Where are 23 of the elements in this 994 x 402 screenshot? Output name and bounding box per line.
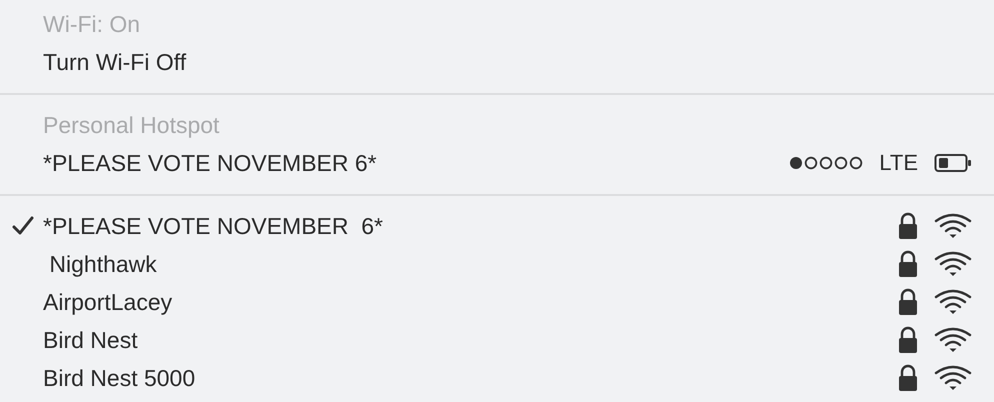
lock-icon xyxy=(898,364,918,392)
lock-icon xyxy=(898,326,918,354)
wifi-icon xyxy=(934,365,972,391)
lock-icon xyxy=(898,250,918,278)
wifi-icon xyxy=(934,251,972,277)
network-name[interactable]: *PLEASE VOTE NOVEMBER 6* xyxy=(43,212,898,240)
network-name[interactable]: AirportLacey xyxy=(43,288,898,316)
signal-strength-icon xyxy=(789,155,864,171)
wifi-icon xyxy=(934,213,972,239)
section-heading: Personal Hotspot xyxy=(43,112,220,138)
network-name[interactable]: Nighthawk xyxy=(43,250,898,278)
network-name[interactable]: Bird Nest 5000 xyxy=(43,364,898,392)
wifi-icon xyxy=(934,327,972,353)
lock-icon xyxy=(898,212,918,240)
network-name[interactable]: Bird Nest xyxy=(43,326,898,354)
checkmark-icon xyxy=(12,216,34,236)
hotspot-name[interactable]: *PLEASE VOTE NOVEMBER 6* xyxy=(43,150,790,176)
wifi-icon xyxy=(934,289,972,315)
menu-item[interactable]: Turn Wi-Fi Off xyxy=(43,48,972,76)
network-type: LTE xyxy=(879,150,918,176)
battery-icon xyxy=(934,153,972,173)
wifi-status: Wi-Fi: On xyxy=(43,10,142,38)
lock-icon xyxy=(898,288,918,316)
